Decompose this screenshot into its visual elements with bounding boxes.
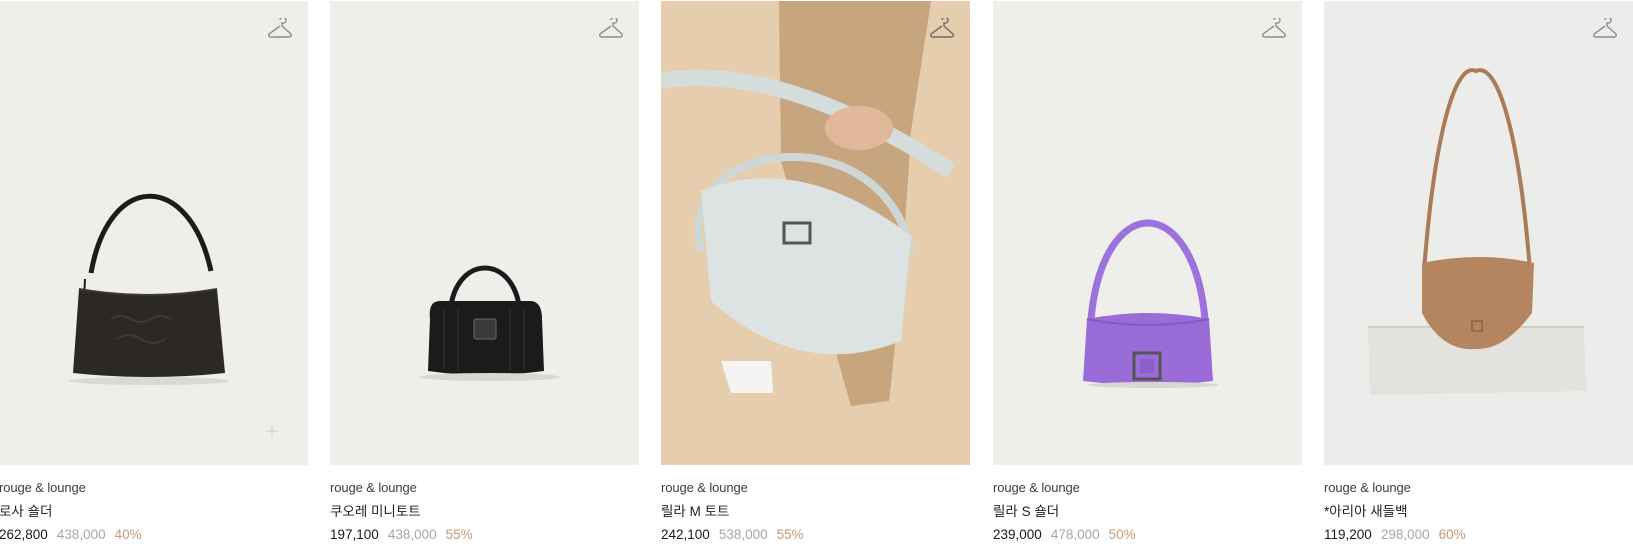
product-name[interactable]: *아리아 새들백 — [1324, 502, 1633, 521]
original-price: 438,000 — [56, 527, 106, 542]
discount-rate: 55% — [776, 527, 804, 542]
sale-price: 197,100 — [330, 527, 379, 542]
product-card[interactable]: rouge & lounge 릴라 M 토트 242,100 538,000 55% — [661, 1, 970, 546]
plus-icon — [266, 425, 278, 437]
product-image[interactable] — [0, 1, 308, 465]
product-brand: rouge & lounge — [993, 480, 1080, 495]
hanger-icon[interactable] — [1261, 18, 1287, 40]
product-name[interactable]: 쿠오레 미니토트 — [330, 502, 639, 521]
sale-price: 239,000 — [993, 527, 1042, 542]
hanger-icon[interactable] — [929, 18, 955, 40]
product-name[interactable]: 릴라 S 숄더 — [993, 502, 1302, 521]
product-photo-black-mini-tote — [420, 265, 560, 381]
product-name[interactable]: 로사 숄더 — [0, 502, 308, 521]
product-brand: rouge & lounge — [0, 480, 86, 495]
product-image[interactable] — [661, 1, 970, 465]
product-photo-purple-shoulder-bag — [1083, 219, 1219, 388]
sale-price: 262,800 — [0, 527, 48, 542]
product-image[interactable] — [1324, 1, 1633, 465]
original-price: 538,000 — [718, 527, 768, 542]
product-photo-white-tote-held — [661, 1, 970, 465]
product-image[interactable] — [993, 1, 1302, 465]
original-price: 298,000 — [1380, 527, 1430, 542]
original-price: 438,000 — [387, 527, 437, 542]
product-name[interactable]: 릴라 M 토트 — [661, 502, 970, 521]
hanger-icon[interactable] — [598, 18, 624, 40]
product-brand: rouge & lounge — [1324, 480, 1411, 495]
discount-rate: 55% — [445, 527, 473, 542]
product-info[interactable]: rouge & lounge 쿠오레 미니토트 197,100 438,000 55… — [330, 465, 639, 544]
discount-rate: 60% — [1438, 527, 1466, 542]
discount-rate: 40% — [114, 527, 142, 542]
price-row: 262,800 438,000 40% — [0, 525, 308, 544]
discount-rate: 50% — [1108, 527, 1136, 542]
product-image[interactable] — [330, 1, 639, 465]
product-info[interactable]: rouge & lounge 로사 숄더 262,800 438,000 40% — [0, 465, 308, 544]
price-row: 197,100 438,000 55% — [330, 525, 639, 544]
hanger-icon[interactable] — [1592, 18, 1618, 40]
sale-price: 119,200 — [1324, 527, 1372, 542]
product-brand: rouge & lounge — [661, 480, 748, 495]
price-row: 119,200 298,000 60% — [1324, 525, 1633, 544]
product-card[interactable]: rouge & lounge 로사 숄더 262,800 438,000 40% — [0, 1, 308, 546]
product-card[interactable]: rouge & lounge 릴라 S 숄더 239,000 478,000 50% — [993, 1, 1302, 546]
product-card[interactable]: rouge & lounge *아리아 새들백 119,200 298,000 60… — [1324, 1, 1633, 546]
product-photo-black-shoulder-bag — [69, 193, 229, 385]
product-photo-tan-saddle-bag — [1368, 68, 1586, 395]
product-card[interactable]: rouge & lounge 쿠오레 미니토트 197,100 438,000 55… — [330, 1, 639, 546]
product-info[interactable]: rouge & lounge *아리아 새들백 119,200 298,000 60… — [1324, 465, 1633, 544]
product-brand: rouge & lounge — [330, 480, 417, 495]
price-row: 242,100 538,000 55% — [661, 525, 970, 544]
price-row: 239,000 478,000 50% — [993, 525, 1302, 544]
product-grid: rouge & lounge 로사 숄더 262,800 438,000 40% r… — [0, 0, 1633, 554]
product-info[interactable]: rouge & lounge 릴라 S 숄더 239,000 478,000 50% — [993, 465, 1302, 544]
sale-price: 242,100 — [661, 527, 710, 542]
original-price: 478,000 — [1050, 527, 1100, 542]
hanger-icon[interactable] — [267, 18, 293, 40]
product-info[interactable]: rouge & lounge 릴라 M 토트 242,100 538,000 55% — [661, 465, 970, 544]
